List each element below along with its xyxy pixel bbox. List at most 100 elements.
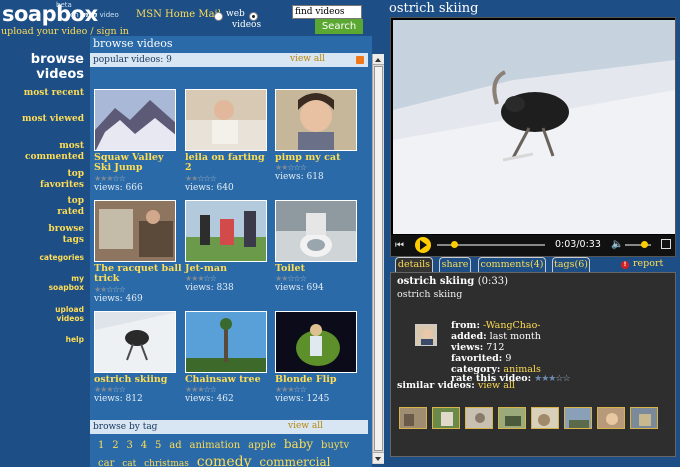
tag-link[interactable]: cat [122,459,136,467]
similar-video-thumbnail[interactable] [465,407,493,429]
video-title[interactable]: Squaw Valley Ski Jump [94,153,182,173]
similar-video-thumbnail[interactable] [432,407,460,429]
tag-link[interactable]: 4 [141,440,147,451]
popular-view-all-link[interactable]: view all [290,54,325,64]
radio-web[interactable] [214,12,223,21]
sidebar-title: browse videos [30,52,84,82]
soapbox-logo[interactable]: soapbox beta on msn video [2,1,119,26]
similar-video-thumbnail[interactable] [399,407,427,429]
tag-link[interactable]: apple [248,440,276,451]
sidebar-item-most-commented[interactable]: most commented [14,141,84,163]
similar-video-thumbnail[interactable] [498,407,526,429]
tag-link[interactable]: 3 [127,440,133,451]
play-button[interactable] [415,237,431,253]
avatar[interactable] [415,324,437,346]
tag-link[interactable]: 1 [98,440,104,451]
video-title[interactable]: ostrich skiing [94,375,182,385]
video-panel: ostrich skiing ⏮ 0:03/0:33 🔈 details sha… [384,0,680,467]
video-thumbnail[interactable] [275,311,357,373]
msn-home-mail-link[interactable]: MSN Home Mail [136,9,221,20]
tab-comments[interactable]: comments(4) [478,257,546,272]
volume-icon[interactable]: 🔈 [611,239,623,250]
scroll-down-icon [375,457,381,461]
volume-handle[interactable] [641,241,648,248]
video-thumbnail[interactable] [275,200,357,262]
report-icon[interactable]: ! [621,261,629,269]
similar-view-all-link[interactable]: view all [478,380,515,391]
volume-slider[interactable] [625,241,651,248]
report-link[interactable]: report [633,258,663,269]
tag-link[interactable]: car [98,458,114,467]
rating-stars: ★★★☆☆ [185,274,217,283]
seek-bar[interactable] [437,241,545,248]
video-thumbnail[interactable] [94,311,176,373]
scrollbar[interactable] [372,54,384,464]
video-screen[interactable] [393,20,675,234]
sidebar: browse videos most recent most viewed mo… [0,40,90,467]
popular-label: popular videos: 9 [93,55,172,65]
video-title[interactable]: pimp my cat [275,153,363,163]
video-thumbnail[interactable] [94,200,176,262]
similar-video-thumbnail[interactable] [597,407,625,429]
previous-icon[interactable]: ⏮ [395,240,404,251]
video-title[interactable]: Chainsaw tree [185,375,273,385]
sidebar-item-categories[interactable]: categories [24,253,84,262]
video-thumbnail[interactable] [185,200,267,262]
search-input[interactable] [292,5,362,19]
msn-logo: msn [80,11,98,19]
tag-link[interactable]: commercial [259,455,330,467]
video-views: views: 469 [94,294,143,304]
tags-view-all-link[interactable]: view all [288,421,323,431]
tag-link[interactable]: baby [284,437,313,451]
radio-videos-label: videos [232,20,262,30]
scroll-up-icon [375,58,381,62]
rate-stars[interactable]: ★★★☆☆ [534,374,570,384]
sidebar-item-top-rated[interactable]: top rated [44,196,84,218]
tab-details[interactable]: details [395,257,433,272]
video-thumbnail[interactable] [185,89,267,151]
video-thumbnail[interactable] [275,89,357,151]
tag-link[interactable]: comedy [197,454,252,467]
tag-link[interactable]: 5 [155,440,161,451]
similar-video-thumbnail[interactable] [630,407,658,429]
video-title[interactable]: Blonde Flip [275,375,363,385]
sidebar-item-help[interactable]: help [34,335,84,344]
tag-link[interactable]: 2 [112,440,118,451]
meta-views: views: 712 [451,342,505,353]
fullscreen-icon[interactable] [661,239,671,249]
seek-handle[interactable] [451,241,458,248]
uploader-link[interactable]: -WangChao- [483,320,540,331]
similar-video-thumbnail[interactable] [531,407,559,429]
video-title[interactable]: The racquet ball trick [94,264,182,284]
tab-share[interactable]: share [439,257,471,272]
video-player[interactable]: ⏮ 0:03/0:33 🔈 [390,17,676,257]
video-title[interactable]: Jet-man [185,264,273,274]
video-title[interactable]: Toilet [275,264,363,274]
sidebar-item-upload-videos[interactable]: upload videos [34,305,84,323]
details-duration: (0:33) [477,276,508,287]
sidebar-item-browse-tags[interactable]: browse tags [34,224,84,246]
video-views: views: 462 [185,394,234,404]
scroll-up-button[interactable] [373,54,384,65]
similar-video-thumbnail[interactable] [564,407,592,429]
logo-on: on [70,11,79,19]
sidebar-item-most-recent[interactable]: most recent [14,88,84,99]
sidebar-item-my-soapbox[interactable]: my soapbox [34,274,84,292]
tag-link[interactable]: ad [169,440,181,451]
video-title[interactable]: leila on farting 2 [185,153,273,173]
rating-stars: ★★★☆☆ [185,385,217,394]
sidebar-item-most-viewed[interactable]: most viewed [14,114,84,125]
scroll-down-button[interactable] [373,452,384,463]
tab-tags[interactable]: tags(6) [552,257,590,272]
video-thumbnail[interactable] [185,311,267,373]
scroll-thumb[interactable] [374,66,383,451]
search-button[interactable]: Search [315,19,363,34]
tag-link[interactable]: animation [190,440,241,451]
tag-link[interactable]: buytv [321,440,349,451]
video-views: views: 640 [185,183,234,193]
rss-icon[interactable] [356,56,364,64]
sidebar-item-top-favorites[interactable]: top favorites [24,169,84,191]
rating-stars: ★★☆☆☆ [275,163,307,172]
tag-link[interactable]: christmas [144,459,189,467]
video-thumbnail[interactable] [94,89,176,151]
